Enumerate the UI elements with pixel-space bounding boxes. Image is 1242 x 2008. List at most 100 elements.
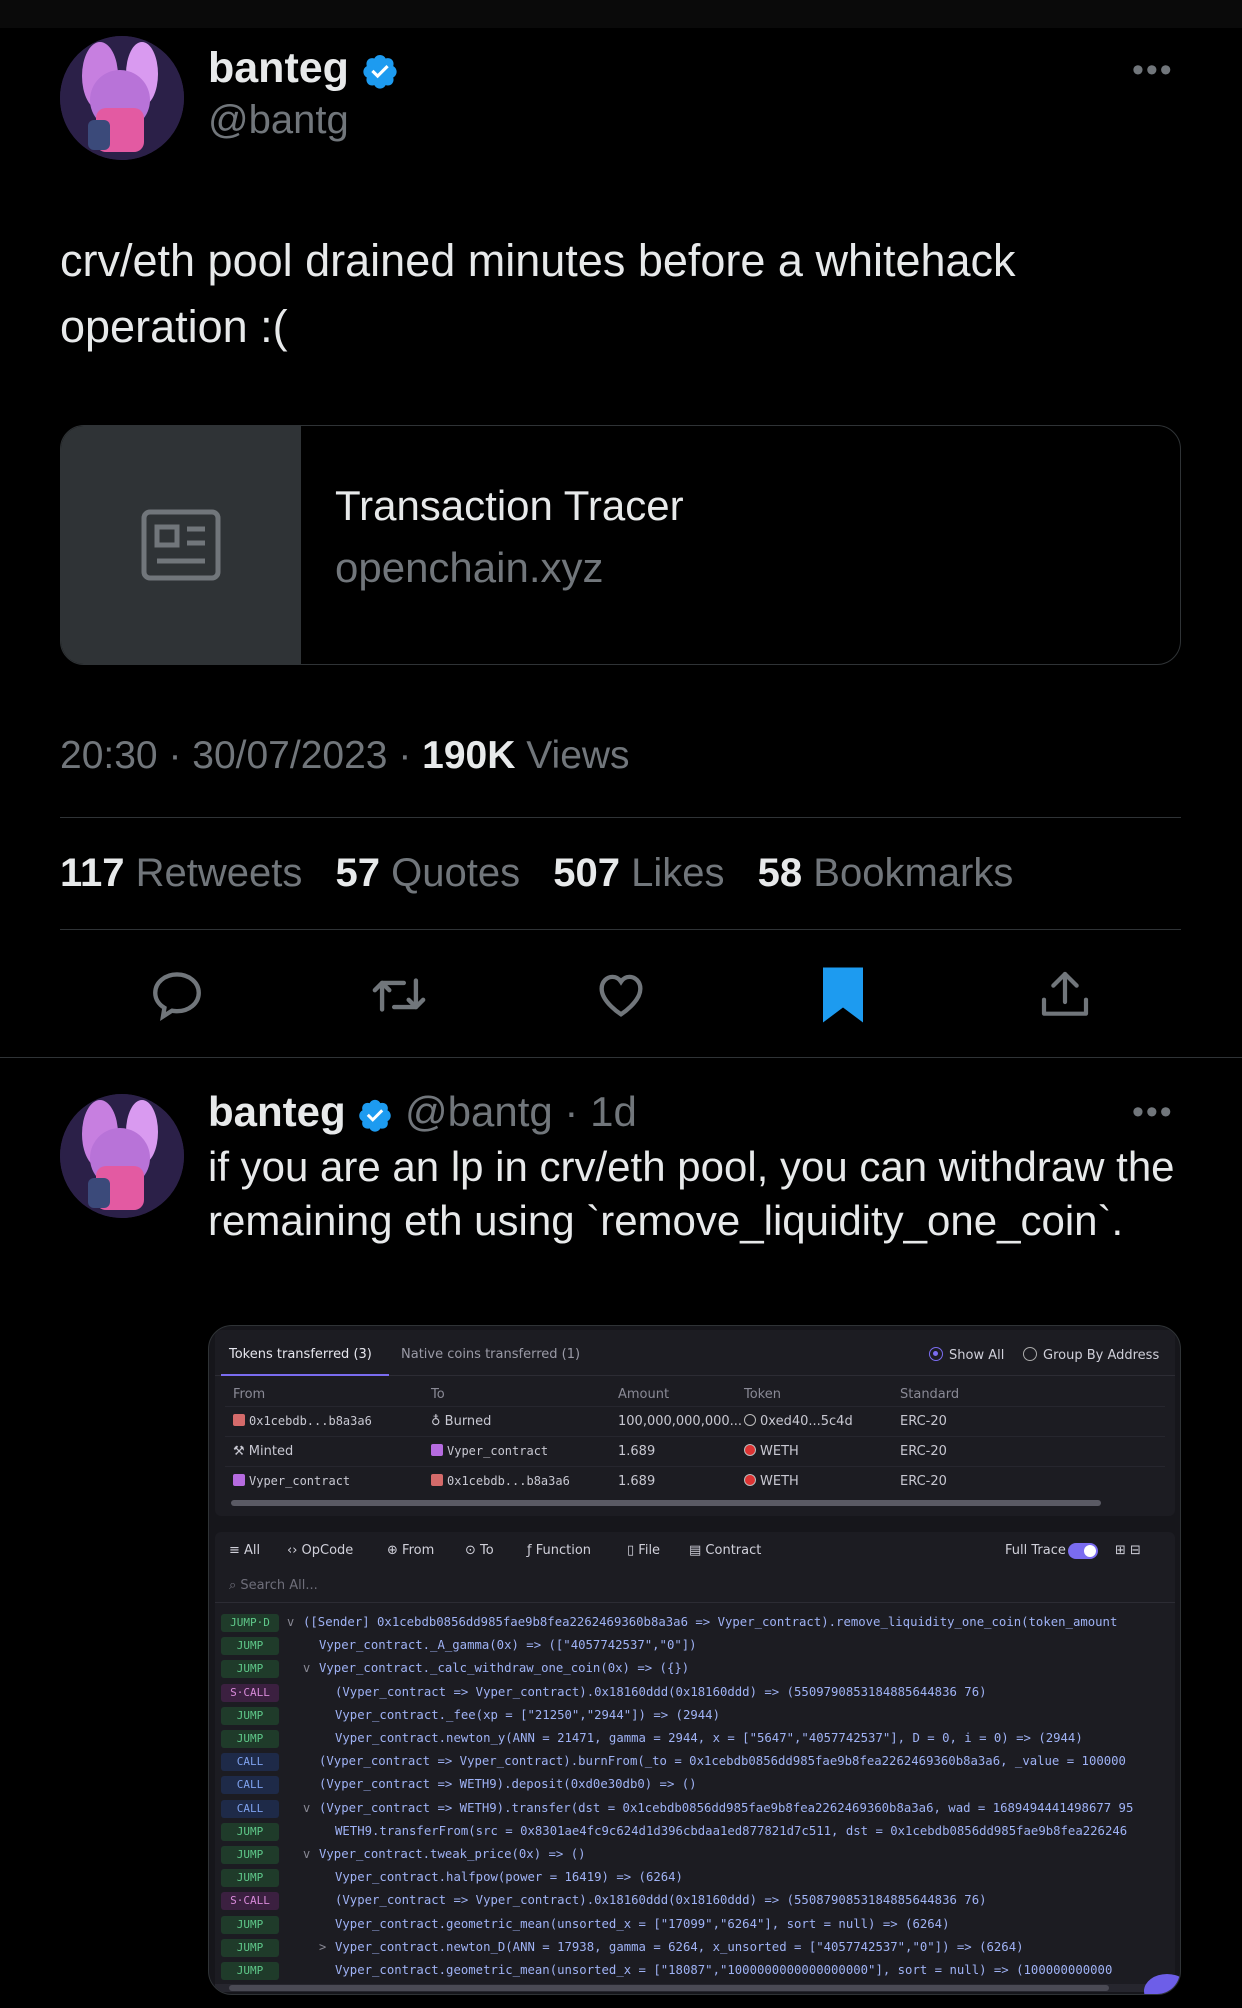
divider [60, 929, 1181, 930]
filter-contract[interactable]: ▤ Contract [689, 1543, 761, 1558]
attached-image[interactable]: Tokens transferred (3) Native coins tran… [208, 1325, 1181, 1995]
scrollbar-thumb[interactable] [229, 1985, 1109, 1991]
cell-standard: ERC-20 [900, 1474, 947, 1489]
trace-row[interactable]: CALL v (Vyper_contract => WETH9).transfer(… [215, 1798, 1175, 1821]
verified-icon [359, 1099, 392, 1132]
reply-age[interactable]: 1d [590, 1088, 637, 1135]
divider [215, 1602, 1175, 1603]
stat-likes[interactable]: 507 Likes [553, 851, 724, 895]
author-name[interactable]: banteg [208, 44, 399, 93]
opcode-badge: S·CALL [221, 1892, 279, 1911]
retweet-icon[interactable] [364, 960, 434, 1030]
cell-to[interactable]: Vyper_contract [431, 1444, 548, 1458]
trace-panel: ≡ All ‹› OpCode ⊕ From ⊙ To ƒ Function ▯… [215, 1532, 1175, 1992]
stat-quotes[interactable]: 57 Quotes [336, 851, 521, 895]
filter-to[interactable]: ⊙ To [465, 1543, 494, 1558]
trace-row[interactable]: CALL (Vyper_contract => WETH9).deposit(0x… [215, 1774, 1175, 1797]
more-options-icon[interactable]: ••• [1132, 1095, 1174, 1129]
trace-row[interactable]: JUMP v Vyper_contract._calc_withdraw_one_c… [215, 1658, 1175, 1681]
trace-row[interactable]: JUMP WETH9.transferFrom(src = 0x8301ae4fc… [215, 1821, 1175, 1844]
filter-all[interactable]: ≡ All [229, 1543, 260, 1558]
table-row: 0x1cebdb...b8a3a6 ♁ Burned 100,000,000,0… [225, 1406, 1165, 1436]
table-row: Vyper_contract 0x1cebdb...b8a3a6 1.689 W… [225, 1466, 1165, 1496]
cell-amount: 1.689 [618, 1474, 656, 1489]
opcode-badge: CALL [221, 1776, 279, 1795]
tweet-time[interactable]: 20:30 [60, 734, 158, 777]
reply-author-handle[interactable]: @bantg [405, 1088, 553, 1135]
cell-from[interactable]: Vyper_contract [233, 1474, 350, 1488]
trace-row[interactable]: JUMP Vyper_contract.newton_y(ANN = 21471,… [215, 1728, 1175, 1751]
chevron-down-icon[interactable]: v [287, 1615, 294, 1629]
filter-file[interactable]: ▯ File [627, 1543, 660, 1558]
horizontal-scrollbar[interactable] [231, 1500, 1101, 1506]
trace-call-text: Vyper_contract.newton_y(ANN = 21471, gam… [335, 1731, 1083, 1745]
filter-function[interactable]: ƒ Function [527, 1543, 591, 1558]
opcode-badge: S·CALL [221, 1683, 279, 1702]
tab-tokens-transferred[interactable]: Tokens transferred (3) [229, 1347, 372, 1362]
cell-token[interactable]: WETH [744, 1474, 799, 1489]
article-icon [61, 426, 301, 664]
col-to: To [431, 1387, 445, 1402]
reply-author-name[interactable]: banteg [208, 1088, 346, 1135]
trace-row[interactable]: JUMP Vyper_contract._fee(xp = ["21250","2… [215, 1705, 1175, 1728]
table-row: ⚒ Minted Vyper_contract 1.689 WETH ERC-2… [225, 1436, 1165, 1466]
reply-author-avatar[interactable] [60, 1094, 184, 1218]
trace-row[interactable]: JUMP Vyper_contract._A_gamma(0x) => (["40… [215, 1635, 1175, 1658]
trace-call-text: Vyper_contract.tweak_price(0x) => () [319, 1847, 586, 1861]
trace-call-text: (Vyper_contract => WETH9).deposit(0xd0e3… [319, 1777, 697, 1792]
cell-to[interactable]: 0x1cebdb...b8a3a6 [431, 1474, 570, 1488]
full-trace-toggle[interactable] [1068, 1543, 1098, 1559]
trace-call-text: WETH9.transferFrom(src = 0x8301ae4fc9c62… [335, 1823, 1128, 1838]
trace-row[interactable]: JUMP v Vyper_contract.tweak_price(0x) => (… [215, 1844, 1175, 1867]
link-card[interactable]: Transaction Tracer openchain.xyz [60, 425, 1181, 665]
cell-token[interactable]: WETH [744, 1444, 799, 1459]
tweet-meta: 20:30 · 30/07/2023 · 190K Views [60, 734, 630, 777]
opcode-badge: JUMP [221, 1938, 279, 1957]
like-icon[interactable] [586, 960, 656, 1030]
trace-row[interactable]: JUMP > Vyper_contract.newton_D(ANN = 17938… [215, 1937, 1175, 1960]
stat-bookmarks[interactable]: 58 Bookmarks [758, 851, 1014, 895]
trace-call-text: Vyper_contract._A_gamma(0x) => (["405774… [319, 1638, 697, 1653]
chevron-down-icon[interactable]: v [303, 1847, 310, 1861]
cell-from[interactable]: 0x1cebdb...b8a3a6 [233, 1414, 372, 1428]
opcode-badge: JUMP [221, 1660, 279, 1679]
trace-row[interactable]: JUMP·D v ([Sender] 0x1cebdb0856dd985fae9b8… [215, 1612, 1175, 1635]
address-icon [233, 1414, 245, 1426]
tweet-date[interactable]: 30/07/2023 [192, 734, 387, 777]
chevron-down-icon[interactable]: v [303, 1801, 310, 1815]
chevron-down-icon[interactable]: v [303, 1661, 310, 1675]
tab-native-coins[interactable]: Native coins transferred (1) [401, 1347, 580, 1362]
trace-row[interactable]: S·CALL (Vyper_contract => Vyper_contract)… [215, 1682, 1175, 1705]
reply-icon[interactable] [142, 960, 212, 1030]
author-handle[interactable]: @bantg [208, 98, 349, 143]
stat-retweets[interactable]: 117 Retweets [60, 851, 302, 895]
trace-row[interactable]: JUMP Vyper_contract.geometric_mean(unsort… [215, 1914, 1175, 1937]
cell-from: ⚒ Minted [233, 1444, 294, 1459]
author-avatar[interactable] [60, 36, 184, 160]
trace-call-text: Vyper_contract._fee(xp = ["21250","2944"… [335, 1707, 720, 1722]
trace-row[interactable]: S·CALL (Vyper_contract => Vyper_contract)… [215, 1890, 1175, 1913]
trace-row[interactable]: JUMP Vyper_contract.halfpow(power = 16419… [215, 1867, 1175, 1890]
radio-show-all[interactable]: Show All [929, 1347, 1004, 1363]
trace-call-text: Vyper_contract._calc_withdraw_one_coin(0… [319, 1661, 690, 1676]
cell-token[interactable]: 0xed40...5c4d [744, 1414, 853, 1429]
trace-row[interactable]: JUMP Vyper_contract.geometric_mean(unsort… [215, 1960, 1175, 1983]
opcode-badge: JUMP·D [221, 1614, 279, 1632]
expand-collapse-icon[interactable]: ⊞ ⊟ [1115, 1543, 1141, 1558]
bookmark-icon[interactable] [808, 960, 878, 1030]
reply-header: banteg @bantg · 1d [208, 1088, 637, 1136]
trace-call-text: Vyper_contract.geometric_mean(unsorted_x… [335, 1963, 1113, 1977]
active-tab-indicator [221, 1374, 389, 1376]
trace-row[interactable]: CALL (Vyper_contract => Vyper_contract).b… [215, 1751, 1175, 1774]
more-options-icon[interactable]: ••• [1132, 53, 1174, 87]
views-label: Views [526, 734, 630, 777]
filter-opcode[interactable]: ‹› OpCode [287, 1543, 353, 1558]
card-title: Transaction Tracer [335, 482, 684, 529]
trace-search-input[interactable]: ⌕ Search All... [229, 1578, 318, 1593]
filter-from[interactable]: ⊕ From [387, 1543, 434, 1558]
radio-group-by-address[interactable]: Group By Address [1023, 1347, 1159, 1363]
chevron-right-icon[interactable]: > [319, 1940, 326, 1954]
share-icon[interactable] [1030, 960, 1100, 1030]
trace-call-text: (Vyper_contract => Vyper_contract).burnF… [319, 1754, 1126, 1769]
tweet-text: crv/eth pool drained minutes before a wh… [60, 235, 1016, 352]
